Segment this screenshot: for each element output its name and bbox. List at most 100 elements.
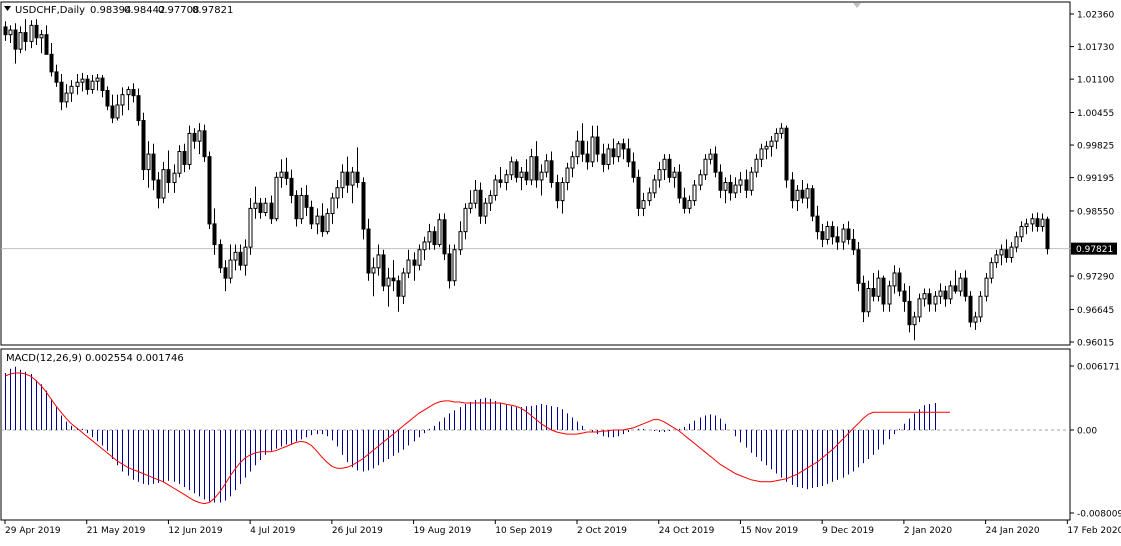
candle-body-bull [641, 200, 646, 209]
time-tick-label: 10 Sep 2019 [495, 526, 552, 536]
candle-body-bear [412, 259, 417, 266]
candle-body-bull [468, 202, 473, 209]
candle-body-bear [34, 24, 39, 39]
candle-body-bear [294, 194, 299, 220]
candle-body-bull [463, 207, 468, 233]
candle-body-bear [136, 95, 141, 121]
candle-body-bull [647, 192, 652, 202]
candle [452, 244, 457, 286]
candle-body-bear [131, 88, 136, 97]
candle-body-bull [723, 182, 728, 191]
candle-body-bull [493, 179, 498, 196]
candle-body-bear [212, 223, 217, 246]
candle-body-bull [325, 213, 330, 233]
candle-body-bear [447, 253, 452, 282]
candle-body-bull [401, 272, 406, 297]
candle-body-bull [90, 80, 95, 90]
candle-body-bull [161, 169, 166, 199]
candle [1045, 216, 1050, 255]
candle-body-bull [1040, 218, 1045, 227]
candle-body-bear [59, 81, 64, 103]
candle-body-bear [54, 71, 59, 83]
candle-body-bull [29, 24, 34, 42]
candle-body-bull [692, 184, 697, 202]
chart-root: 1.02360 1.01730 1.01100 1.00455 0.99825 0.991… [0, 0, 1121, 546]
candle-body-bear [621, 143, 626, 150]
candle-body-bear [595, 136, 600, 155]
candle-body-bull [657, 169, 662, 181]
candle-body-bull [738, 179, 743, 186]
time-tick-label: 2 Oct 2019 [577, 526, 627, 536]
candle-body-bull [488, 194, 493, 204]
candle-body-bull [519, 171, 524, 178]
candle-body-bear [202, 130, 207, 158]
candle-body-bull [672, 171, 677, 178]
time-tick-label: 4 Jul 2019 [250, 526, 295, 536]
candle-body-bear [1035, 218, 1040, 227]
candle-body-bull [146, 153, 151, 171]
candle [442, 213, 447, 261]
candle-body-bull [575, 140, 580, 158]
candle-body-bull [197, 130, 202, 142]
candle-body-bear [498, 179, 503, 184]
candle-body-bear [744, 179, 749, 191]
candle-body-bull [764, 145, 769, 150]
candle-body-bear [835, 236, 840, 243]
candle-body-bull [892, 272, 897, 287]
candle-body-bear [636, 176, 641, 209]
candle-body-bear [856, 249, 861, 284]
candle-body-bull [769, 140, 774, 147]
candle-body-bull [958, 277, 963, 292]
candle-body-bull [299, 194, 304, 220]
candle-body-bull [187, 132, 192, 165]
candle-body-bull [228, 259, 233, 279]
candle-body-bear [345, 171, 350, 186]
candle-body-bull [876, 277, 881, 297]
ohlc-close: 0.97821 [192, 5, 233, 16]
chart-symbol-caption: USDCHF,Daily [15, 5, 85, 16]
candle-body-bear [381, 254, 386, 287]
candle-body-bull [1030, 218, 1035, 225]
candle-body-bear [943, 290, 948, 300]
candle-body-bear [141, 119, 146, 171]
candle [141, 112, 146, 180]
price-tick-label: 0.99825 [1077, 142, 1114, 152]
time-tick-label: 19 Aug 2019 [414, 526, 472, 536]
candle-body-bull [386, 277, 391, 287]
candle-body-bull [422, 241, 427, 251]
time-tick-label: 26 Jul 2019 [332, 526, 383, 536]
candle-body-bear [238, 251, 243, 266]
candle-body-bull [749, 171, 754, 191]
candle-body-bull [754, 158, 759, 173]
candle-body-bull [80, 78, 85, 83]
time-tick-label: 9 Dec 2019 [822, 526, 874, 536]
candle-body-bear [514, 161, 519, 178]
candle-body-bull [1019, 225, 1024, 238]
candle-body-bull [350, 171, 355, 186]
candle-body-bull [795, 189, 800, 202]
time-tick-label: 2 Jan 2020 [904, 526, 952, 536]
time-tick-label: 29 Apr 2019 [5, 526, 61, 536]
candle-body-bear [713, 153, 718, 173]
candle-body-bear [207, 156, 212, 225]
candle-body-bull [335, 187, 340, 199]
candle [207, 151, 212, 230]
candle-body-bull [75, 81, 80, 87]
candle-body-bull [18, 32, 23, 50]
time-tick-label: 17 Feb 2020 [1067, 526, 1121, 536]
candle-body-bull [866, 287, 871, 313]
candle-body-bear [289, 177, 294, 196]
candle-body-bear [968, 295, 973, 323]
candle-body-bull [263, 202, 268, 214]
candle-body-bull [708, 153, 713, 160]
candle-body-bear [432, 231, 437, 246]
candle-body-bear [861, 282, 866, 313]
candle-body-bull [371, 267, 376, 274]
candle-body-bear [953, 285, 958, 292]
candle-body-bull [315, 215, 320, 225]
candle-body-bull [243, 246, 248, 266]
candle-body-bull [703, 158, 708, 176]
candle-body-bull [8, 29, 13, 36]
candle-body-bear [151, 153, 156, 181]
candle-body-bull [938, 290, 943, 297]
